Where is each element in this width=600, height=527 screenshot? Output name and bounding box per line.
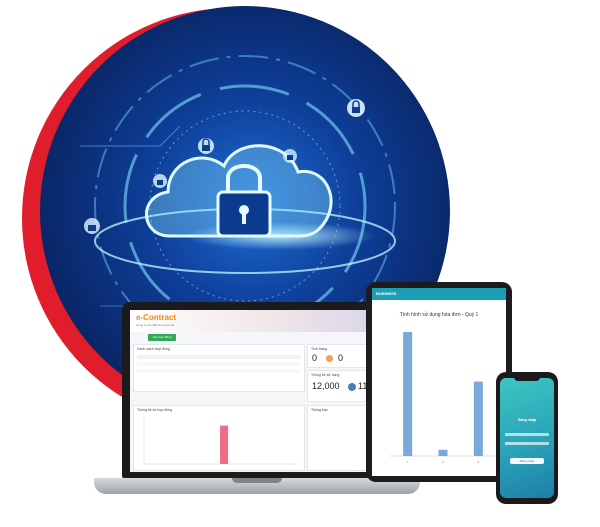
count-b: 0 — [338, 353, 344, 363]
invoice-usage-bar-chart: 1 2 3 — [390, 332, 496, 464]
app-header: e-Contract Công ty cổ phần thương mại — [130, 310, 382, 332]
panel-title: Danh sách hợp đồng — [137, 347, 170, 351]
tablet-brand: BUSINESS — [376, 291, 397, 296]
lock-badge-icon — [283, 149, 297, 163]
lock-badge-icon — [198, 138, 214, 154]
laptop-notch — [232, 478, 282, 483]
phone-notch — [514, 376, 540, 381]
tablet-screen: BUSINESS Tình hình sử dụng hóa đơn - Quý… — [372, 288, 506, 476]
count-a: 0 — [312, 353, 318, 363]
lock-badge-icon — [153, 174, 167, 188]
cloud-lock-icon — [145, 144, 333, 238]
panel-title: Thống kê số hợp đồng — [137, 408, 173, 412]
chart-bar — [403, 332, 413, 456]
table-header — [137, 355, 301, 359]
app-logo-subtitle: Công ty cổ phần thương mại — [136, 323, 175, 327]
x-tick-label: 3 — [477, 460, 479, 464]
x-tick-label: 1 — [407, 460, 409, 464]
contract-list-panel: Danh sách hợp đồng — [133, 344, 305, 392]
chart-bar — [438, 449, 448, 456]
tablet-chart-title: Tình hình sử dụng hóa đơn - Quý 1 — [399, 312, 479, 318]
panel-title: Tình trạng — [311, 347, 327, 351]
usage-icon — [348, 383, 356, 391]
username-input[interactable] — [505, 433, 549, 436]
contract-chart-panel: Thống kê số hợp đồng — [133, 405, 305, 471]
login-button[interactable]: Đăng nhập — [510, 458, 544, 464]
password-input[interactable] — [505, 442, 549, 445]
panel-title: Thống kê sử dụng — [311, 373, 340, 377]
status-warning-icon — [326, 355, 333, 362]
phone-login-heading: Đăng nhập — [517, 418, 537, 422]
phone-screen: Đăng nhập Đăng nhập — [500, 378, 554, 498]
app-logo: e-Contract — [136, 313, 177, 322]
laptop-screen: e-Contract Công ty cổ phần thương mại Tạ… — [130, 310, 382, 472]
table-row[interactable] — [137, 369, 301, 373]
chart-bar — [220, 425, 229, 464]
chart-bar — [473, 381, 483, 456]
panel-title: Thông báo — [311, 408, 328, 412]
tablet-topbar: BUSINESS — [372, 288, 506, 300]
contract-bar-chart — [143, 418, 298, 465]
lock-badge-icon — [347, 99, 365, 117]
table-row[interactable] — [137, 362, 301, 366]
x-tick-label: 2 — [442, 460, 444, 464]
usage-total: 12,000 — [312, 381, 340, 391]
lock-badge-icon — [84, 218, 100, 234]
create-contract-button[interactable]: Tạo hợp đồng — [148, 334, 176, 341]
